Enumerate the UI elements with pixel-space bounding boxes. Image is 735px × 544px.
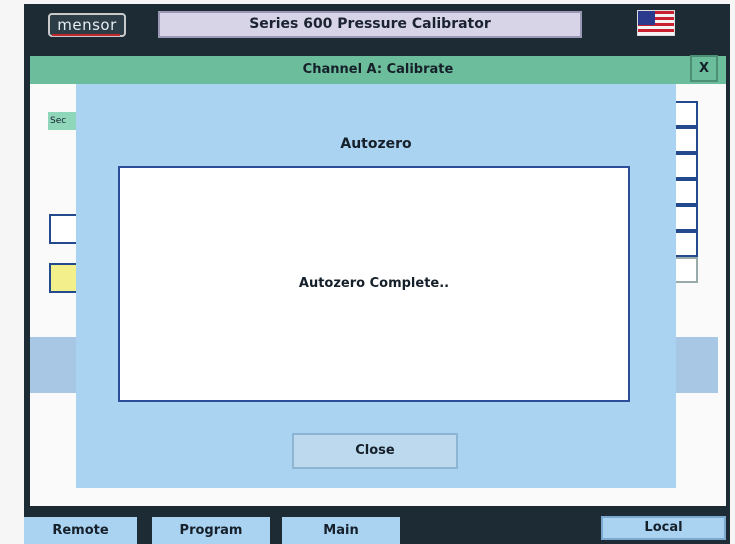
main-button[interactable]: Main (282, 517, 400, 544)
background-panel-right (676, 337, 718, 393)
dialog-close-button[interactable]: Close (292, 433, 458, 469)
window-title: Channel A: Calibrate (30, 56, 726, 84)
program-button[interactable]: Program (152, 517, 270, 544)
logo-underline (52, 34, 120, 36)
us-flag-icon[interactable] (637, 10, 675, 36)
app-title: Series 600 Pressure Calibrator (158, 11, 582, 38)
window-close-button[interactable]: X (690, 55, 718, 82)
background-panel-left (30, 337, 82, 393)
local-button[interactable]: Local (601, 516, 726, 540)
background-tab-label: Sec (48, 112, 78, 130)
background-field (49, 214, 79, 244)
remote-button[interactable]: Remote (24, 517, 137, 544)
dialog-title: Autozero (340, 136, 412, 152)
dialog-message: Autozero Complete.. (298, 276, 450, 291)
background-field-highlighted (49, 263, 79, 293)
